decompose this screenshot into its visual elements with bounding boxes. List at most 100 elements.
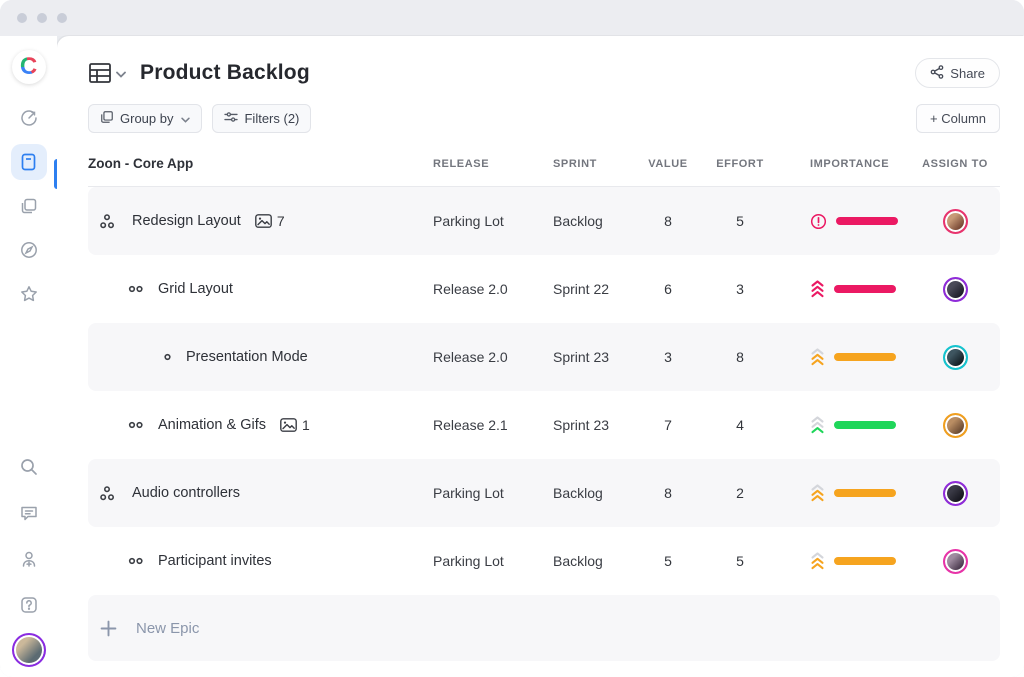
assignee-avatar[interactable] xyxy=(943,209,968,234)
compass-icon xyxy=(19,240,39,260)
cell-sprint[interactable]: Backlog xyxy=(553,213,641,229)
table-row[interactable]: Animation & Gifs1Release 2.1Sprint 2374 xyxy=(88,391,1000,459)
cell-assign-to[interactable] xyxy=(910,209,1000,234)
view-switch-caret-icon[interactable] xyxy=(116,65,126,83)
item-title: Grid Layout xyxy=(158,281,233,297)
cell-importance[interactable] xyxy=(785,280,910,298)
cell-effort[interactable]: 4 xyxy=(695,417,785,433)
cell-title[interactable]: Presentation Mode xyxy=(88,349,433,365)
attachment-count: 1 xyxy=(302,417,310,433)
cell-assign-to[interactable] xyxy=(910,277,1000,302)
cell-value[interactable]: 5 xyxy=(641,553,695,569)
filters-icon xyxy=(224,111,238,126)
cell-effort[interactable]: 2 xyxy=(695,485,785,501)
dashboard-gauge-icon xyxy=(19,108,39,128)
column-header-release[interactable]: RELEASE xyxy=(433,158,553,170)
image-icon xyxy=(280,418,297,432)
group-by-caret-icon xyxy=(181,111,190,126)
table-row[interactable]: Grid Layout Release 2.0Sprint 2263 xyxy=(88,255,1000,323)
column-header-sprint[interactable]: SPRINT xyxy=(553,158,641,170)
page-title: Product Backlog xyxy=(140,61,310,85)
window-control-close[interactable] xyxy=(17,13,27,23)
table-row[interactable]: Presentation ModeRelease 2.0Sprint 2338 xyxy=(88,323,1000,391)
invite-user-icon xyxy=(19,549,39,569)
cell-release[interactable]: Parking Lot xyxy=(433,553,553,569)
assignee-avatar[interactable] xyxy=(943,549,968,574)
table-row[interactable]: Audio controllersParking LotBacklog82 xyxy=(88,459,1000,527)
cell-sprint[interactable]: Backlog xyxy=(553,553,641,569)
column-header-value[interactable]: VALUE xyxy=(641,158,695,170)
assignee-avatar[interactable] xyxy=(943,277,968,302)
importance-high-icon xyxy=(810,280,825,298)
column-header-effort[interactable]: EFFORT xyxy=(695,158,785,170)
cell-value[interactable]: 8 xyxy=(641,485,695,501)
cell-importance[interactable] xyxy=(785,484,910,502)
cell-value[interactable]: 6 xyxy=(641,281,695,297)
backlog-document-icon xyxy=(19,152,38,172)
cell-importance[interactable] xyxy=(785,416,910,434)
add-column-button[interactable]: + Column xyxy=(916,104,1000,133)
filters-button[interactable]: Filters (2) xyxy=(212,104,311,133)
cell-value[interactable]: 8 xyxy=(641,213,695,229)
epic-icon xyxy=(100,214,118,229)
assignee-avatar[interactable] xyxy=(943,481,968,506)
new-epic-row[interactable]: New Epic xyxy=(88,595,1000,661)
sidebar-item-boards-stack[interactable] xyxy=(11,188,47,224)
cell-title[interactable]: Grid Layout xyxy=(88,281,433,297)
column-header-assign-to[interactable]: ASSIGN TO xyxy=(910,158,1000,170)
cell-title[interactable]: Redesign Layout7 xyxy=(88,213,433,229)
cell-release[interactable]: Parking Lot xyxy=(433,213,553,229)
cell-release[interactable]: Parking Lot xyxy=(433,485,553,501)
cell-title[interactable]: Participant invites xyxy=(88,553,433,569)
cell-title[interactable]: Animation & Gifs1 xyxy=(88,417,433,433)
importance-medium-icon xyxy=(810,348,825,366)
cell-sprint[interactable]: Backlog xyxy=(553,485,641,501)
assignee-avatar[interactable] xyxy=(943,345,968,370)
logo-letter: C xyxy=(20,53,37,81)
story-icon xyxy=(128,556,144,566)
share-button[interactable]: Share xyxy=(915,58,1000,88)
cell-importance[interactable] xyxy=(785,552,910,570)
cell-effort[interactable]: 5 xyxy=(695,553,785,569)
group-by-button[interactable]: Group by xyxy=(88,104,202,133)
cell-value[interactable]: 7 xyxy=(641,417,695,433)
cell-effort[interactable]: 3 xyxy=(695,281,785,297)
sidebar-item-star[interactable] xyxy=(11,276,47,312)
cell-sprint[interactable]: Sprint 23 xyxy=(553,417,641,433)
sidebar-item-help[interactable] xyxy=(11,587,47,623)
cell-release[interactable]: Release 2.0 xyxy=(433,281,553,297)
story-icon xyxy=(128,284,144,294)
sidebar-item-compass[interactable] xyxy=(11,232,47,268)
column-header-importance[interactable]: IMPORTANCE xyxy=(785,158,910,170)
sidebar-item-invite-user[interactable] xyxy=(11,541,47,577)
table-view-icon[interactable] xyxy=(88,62,112,84)
cell-assign-to[interactable] xyxy=(910,481,1000,506)
cell-assign-to[interactable] xyxy=(910,549,1000,574)
star-icon xyxy=(19,284,39,304)
cell-sprint[interactable]: Sprint 23 xyxy=(553,349,641,365)
cell-effort[interactable]: 5 xyxy=(695,213,785,229)
user-avatar[interactable] xyxy=(12,633,46,667)
toolbar: Group by Filters (2) + Column xyxy=(88,104,1000,133)
table-row[interactable]: Redesign Layout7Parking LotBacklog85 xyxy=(88,187,1000,255)
sidebar-item-feedback-bubble[interactable] xyxy=(11,495,47,531)
window-control-minimize[interactable] xyxy=(37,13,47,23)
group-title[interactable]: Zoon - Core App xyxy=(88,156,433,171)
sidebar-item-backlog-document[interactable] xyxy=(11,144,47,180)
cell-assign-to[interactable] xyxy=(910,345,1000,370)
cell-sprint[interactable]: Sprint 22 xyxy=(553,281,641,297)
table-row[interactable]: Participant invitesParking LotBacklog55 xyxy=(88,527,1000,595)
cell-importance[interactable] xyxy=(785,348,910,366)
cell-release[interactable]: Release 2.0 xyxy=(433,349,553,365)
assignee-avatar[interactable] xyxy=(943,413,968,438)
cell-importance[interactable] xyxy=(785,213,910,230)
cell-release[interactable]: Release 2.1 xyxy=(433,417,553,433)
app-logo[interactable]: C xyxy=(12,50,46,84)
window-control-zoom[interactable] xyxy=(57,13,67,23)
sidebar-item-dashboard-gauge[interactable] xyxy=(11,100,47,136)
sidebar-item-search[interactable] xyxy=(11,449,47,485)
cell-value[interactable]: 3 xyxy=(641,349,695,365)
cell-title[interactable]: Audio controllers xyxy=(88,485,433,501)
cell-assign-to[interactable] xyxy=(910,413,1000,438)
cell-effort[interactable]: 8 xyxy=(695,349,785,365)
